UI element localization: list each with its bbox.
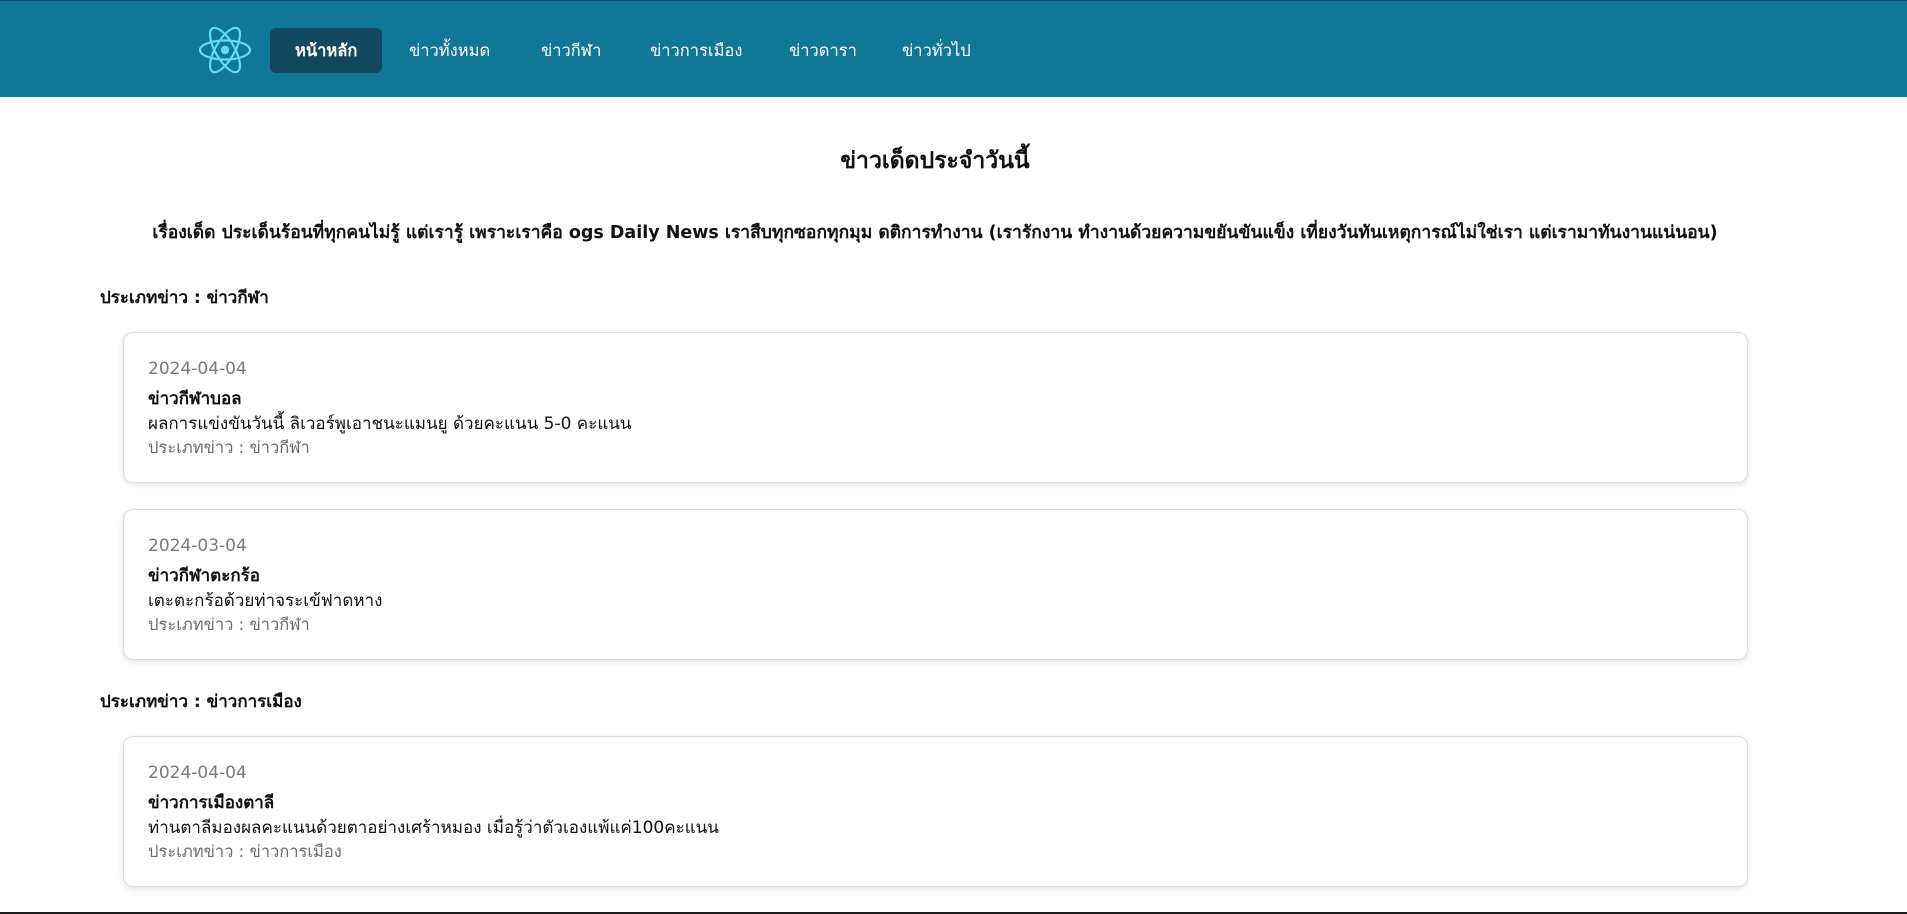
react-atom-icon[interactable] — [198, 25, 252, 75]
nav-link-celebrity[interactable]: ข่าวดารา — [764, 28, 882, 73]
nav-link-general[interactable]: ข่าวทั่วไป — [877, 28, 996, 73]
news-body: ท่านตาลีมองผลคะแนนด้วยตาอย่างเศร้าหมอง เ… — [148, 818, 719, 838]
news-category: ประเภทข่าว : ข่าวกีฬา — [148, 438, 310, 457]
news-card[interactable]: 2024-04-04 ข่าวกีฬาบอล ผลการแข่งขันวันนี… — [123, 332, 1748, 483]
news-body: ผลการแข่งขันวันนี้ ลิเวอร์พูเอาชนะแมนยู … — [148, 414, 632, 434]
news-title: ข่าวการเมืองตาลี — [148, 793, 275, 813]
nav-link-home[interactable]: หน้าหลัก — [270, 28, 383, 73]
news-card[interactable]: 2024-03-04 ข่าวกีฬาตะกร้อ เตะตะกร้อด้วยท… — [123, 509, 1748, 660]
section-heading-sports: ประเภทข่าว : ข่าวกีฬา — [100, 288, 269, 308]
news-category: ประเภทข่าว : ข่าวกีฬา — [148, 615, 310, 634]
page-title: ข่าวเด็ดประจำวันนี้ — [840, 148, 1030, 174]
news-title: ข่าวกีฬาตะกร้อ — [148, 566, 260, 586]
nav-link-politics[interactable]: ข่าวการเมือง — [625, 28, 767, 73]
nav-link-sports[interactable]: ข่าวกีฬา — [516, 28, 626, 73]
section-heading-politics: ประเภทข่าว : ข่าวการเมือง — [100, 692, 302, 712]
news-card[interactable]: 2024-04-04 ข่าวการเมืองตาลี ท่านตาลีมองผ… — [123, 736, 1748, 887]
news-date: 2024-04-04 — [148, 359, 247, 379]
news-date: 2024-03-04 — [148, 536, 247, 556]
news-category: ประเภทข่าว : ข่าวการเมือง — [148, 842, 342, 861]
news-date: 2024-04-04 — [148, 763, 247, 783]
intro-text: เรื่องเด็ด ประเด็นร้อนที่ทุกคนไม่รู้ แต่… — [152, 223, 1718, 243]
nav-link-all-news[interactable]: ข่าวทั้งหมด — [384, 28, 515, 73]
top-navbar: หน้าหลัก ข่าวทั้งหมด ข่าวกีฬา ข่าวการเมื… — [0, 0, 1907, 97]
news-title: ข่าวกีฬาบอล — [148, 389, 242, 409]
news-body: เตะตะกร้อด้วยท่าจระเข้ฟาดหาง — [148, 591, 383, 611]
